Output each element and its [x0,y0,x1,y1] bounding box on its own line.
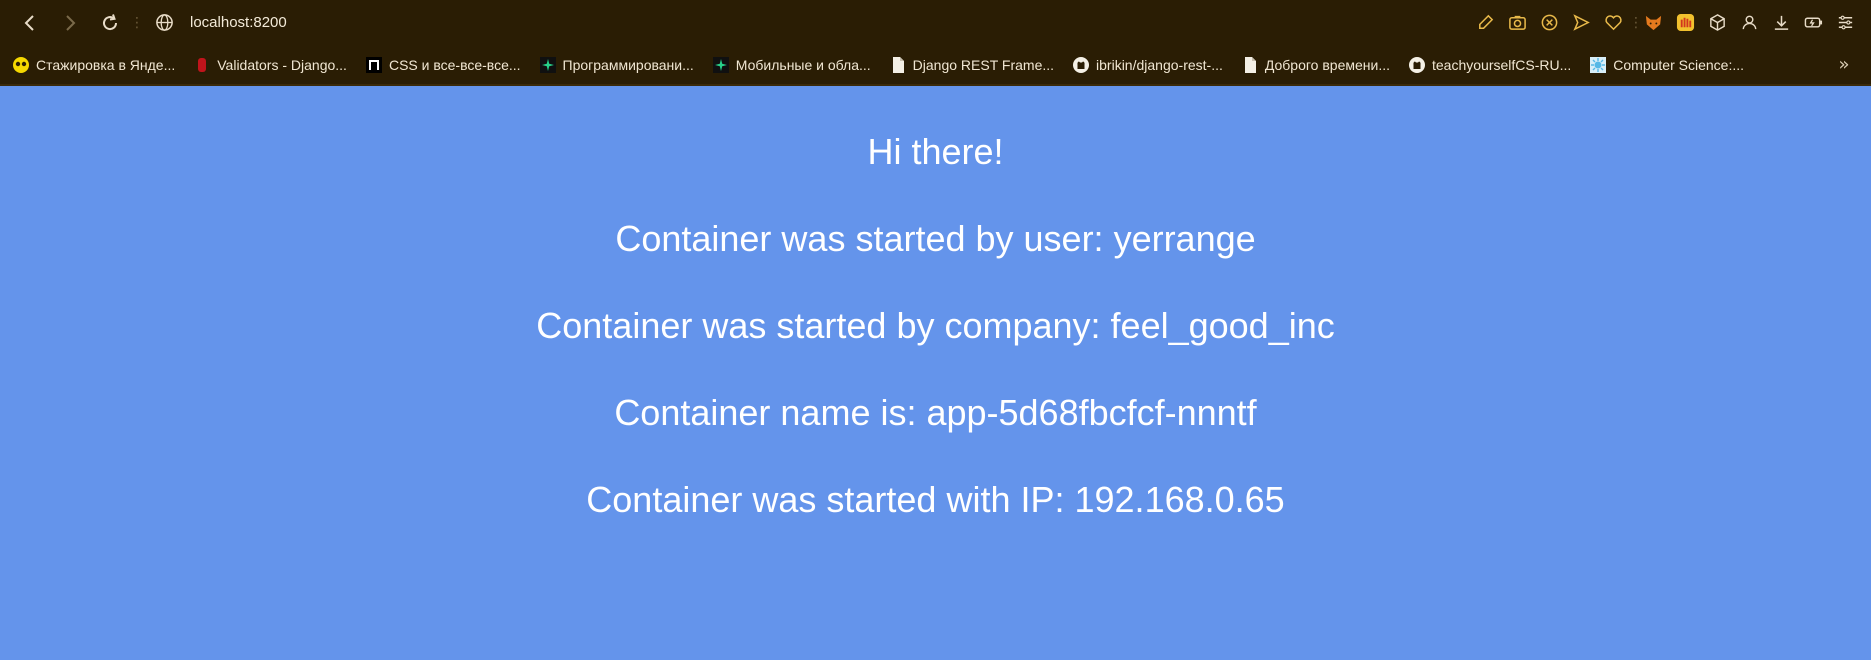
bookmark-label: Django REST Frame... [912,56,1055,73]
github-icon [1408,56,1426,74]
bookmark-css[interactable]: CSS и все-все-все... [365,56,521,74]
back-button[interactable] [10,0,50,45]
bookmark-label: teachyourselfCS-RU... [1432,56,1572,73]
forward-button[interactable] [50,0,90,45]
container-name-line: Container name is: app-5d68fbcfcf-nnntf [614,392,1257,433]
css-icon [365,56,383,74]
fox-extension-icon [1645,15,1661,31]
download-button[interactable] [1765,0,1797,45]
close-circle-icon [1541,14,1557,31]
browser-toolbar: ⋮ localhost:8200 ⋮ [0,0,1871,45]
cube-icon [1709,14,1725,31]
github-icon [1072,56,1090,74]
close-circle-button[interactable] [1533,0,1565,45]
profile-button[interactable] [1733,0,1765,45]
heart-icon [1604,15,1622,31]
hand-extension-icon [1676,13,1694,32]
bookmark-label: Стажировка в Янде... [36,56,176,73]
screenshot-button[interactable] [1501,0,1533,45]
bookmark-label: Computer Science:... [1613,56,1745,73]
star-icon [712,56,730,74]
edit-icon [1478,14,1493,29]
bookmark-mobile-cloud[interactable]: Мобильные и обла... [712,56,871,74]
globe-icon [155,14,173,31]
bookmark-yandex-internship[interactable]: Стажировка в Янде... [12,56,175,74]
bookmark-label: Программировани... [562,56,694,73]
bookmark-label: Доброго времени... [1264,56,1390,73]
user-line: Container was started by user: yerrange [615,218,1256,259]
reload-button[interactable] [90,0,130,45]
bookmark-label: CSS и все-все-все... [388,56,521,73]
bookmark-github-django-rest[interactable]: ibrikin/django-rest-... [1072,56,1223,74]
hand-extension-button[interactable] [1669,0,1701,45]
menu-button[interactable] [1829,0,1861,45]
chevron-left-icon [24,14,34,31]
download-icon [1774,15,1788,30]
document-icon [1241,56,1259,74]
battery-icon [1804,17,1822,28]
profile-icon [1742,15,1756,30]
star-icon [539,56,557,74]
bookmark-computer-science[interactable]: Computer Science:... [1589,56,1744,74]
yandex-icon [12,56,30,74]
reload-icon [103,13,118,30]
bookmark-django-rest[interactable]: Django REST Frame... [889,56,1054,74]
bookmarks-bar: Стажировка в Янде... Validators - Django… [0,45,1871,86]
send-button[interactable] [1565,0,1597,45]
edit-button[interactable] [1469,0,1501,45]
fox-extension-button[interactable] [1637,0,1669,45]
bookmark-github-teachyourselfcs[interactable]: teachyourselfCS-RU... [1408,56,1571,74]
address-bar[interactable]: localhost:8200 [190,14,287,31]
company-line: Container was started by company: feel_g… [536,305,1335,346]
greeting-text: Hi there! [867,131,1004,172]
ip-line: Container was started with IP: 192.168.0… [586,479,1285,520]
toolbar-separator: ⋮ [130,14,144,31]
django-icon [193,56,211,74]
bookmark-label: Мобильные и обла... [735,56,871,73]
page-content: Hi there! Container was started by user:… [0,86,1871,660]
bookmark-label: ibrikin/django-rest-... [1096,56,1223,73]
document-icon [889,56,907,74]
battery-saver-button[interactable] [1797,0,1829,45]
favorites-button[interactable] [1597,0,1629,45]
bookmark-programming[interactable]: Программировани... [539,56,694,74]
camera-icon [1508,15,1526,30]
chevron-right-icon [66,14,76,31]
cube-button[interactable] [1701,0,1733,45]
send-icon [1572,14,1590,31]
sun-icon [1589,56,1607,74]
bookmark-django-validators[interactable]: Validators - Django... [193,56,347,74]
menu-icon [1838,15,1852,30]
site-info-button[interactable] [144,0,184,45]
toolbar-separator: ⋮ [1629,14,1643,31]
bookmark-label: Validators - Django... [217,56,347,73]
bookmark-dobrogo-vremeni[interactable]: Доброго времени... [1241,56,1390,74]
bookmarks-overflow-chevron-icon[interactable]: » [1829,54,1859,75]
